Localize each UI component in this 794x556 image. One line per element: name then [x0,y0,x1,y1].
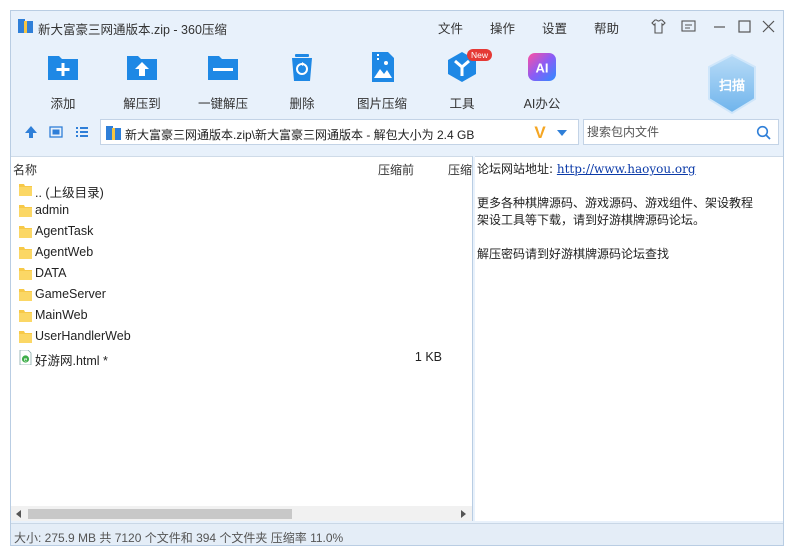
file-rows: .. (上级目录) admin AgentTask AgentWeb DATA GameS… [11,179,472,368]
path-field[interactable]: 新大富豪三网通版本.zip\新大富豪三网通版本 - 解包大小为 2.4 GB V [100,119,579,145]
v-mark: V [534,123,546,141]
folder-icon [19,310,32,322]
horizontal-scrollbar[interactable] [11,506,472,521]
verified-v-icon[interactable]: V [532,123,548,141]
list-item[interactable]: MainWeb [11,305,472,326]
folder-icon [19,205,32,217]
list-header: 名称 压缩前 压缩 [11,157,472,179]
zip-archive-icon [18,19,33,33]
folder-icon [19,247,32,259]
list-item[interactable]: UserHandlerWeb [11,326,472,347]
thumbnail-view-icon[interactable] [49,125,63,139]
app-window: 新大富豪三网通版本.zip - 360压缩 文件 操作 设置 帮助 添加 解压到… [10,10,784,546]
list-item[interactable]: e 好游网.html * 1 KB [11,347,472,368]
comment-line-2: 更多各种棋牌源码、游戏源码、游戏组件、架设教程 [477,196,754,210]
list-item[interactable]: AgentTask [11,221,472,242]
folder-icon [19,289,32,301]
forum-address-label: 论坛网站地址: [477,162,554,176]
ai-office-button[interactable]: AI AI办公 [507,51,577,111]
ai-office-label: AI办公 [523,97,561,111]
list-item[interactable]: AgentWeb [11,242,472,263]
tools-label: 工具 [449,97,475,111]
status-bar: 大小: 275.9 MB 共 7120 个文件和 394 个文件夹 压缩率 11… [11,523,783,545]
menu-help[interactable]: 帮助 [594,18,619,37]
scroll-left-icon[interactable] [15,510,23,518]
delete-label: 删除 [289,97,315,111]
file-name: GameServer [35,287,106,301]
forum-link[interactable]: http://www.haoyou.org [557,162,696,176]
image-compress-button[interactable]: 图片压缩 [347,51,417,111]
zip-archive-icon [106,126,121,140]
folder-icon [19,268,32,280]
search-input[interactable] [584,120,750,144]
scan-label: 扫描 [718,78,745,93]
list-item[interactable]: admin [11,200,472,221]
new-badge: New [467,49,493,61]
file-name: 好游网.html * [35,354,108,368]
folder-icon [19,184,32,196]
file-size: 1 KB [414,350,442,364]
file-list-pane: 名称 压缩前 压缩 .. (上级目录) admin AgentTask AgentWe… [11,156,473,521]
file-name: admin [35,203,70,217]
list-item[interactable]: .. (上级目录) [11,179,472,200]
file-name: .. (上级目录) [35,186,104,200]
scroll-right-icon[interactable] [459,510,467,518]
address-bar: 新大富豪三网通版本.zip\新大富豪三网通版本 - 解包大小为 2.4 GB V [11,119,783,145]
comment-line-4: 解压密码请到好游棋牌源码论坛查找 [477,247,670,261]
image-compress-label: 图片压缩 [356,97,407,111]
add-label: 添加 [50,97,76,111]
toolbar: 添加 解压到 一键解压 删除 图片压缩 New 工具 AI AI办公 扫描 [11,41,783,123]
menu-settings[interactable]: 设置 [542,18,567,37]
status-text: 大小: 275.9 MB 共 7120 个文件和 394 个文件夹 压缩率 11… [14,531,344,545]
delete-icon [292,54,312,81]
title-bar: 新大富豪三网通版本.zip - 360压缩 文件 操作 设置 帮助 [11,11,783,41]
html-file-icon: e [19,350,32,365]
search-box[interactable] [583,119,779,145]
column-name[interactable]: 名称 [13,161,37,178]
folder-icon [19,331,32,343]
comment-line-1: 论坛网站地址: http://www.haoyou.org [477,160,696,177]
chevron-down-icon[interactable] [557,129,567,137]
archive-path: 新大富豪三网通版本.zip\新大富豪三网通版本 - 解包大小为 2.4 GB [125,128,475,142]
file-name: AgentTask [35,224,94,238]
column-size[interactable]: 压缩前 [378,161,414,178]
comment-line-3: 架设工具等下载，请到好游棋牌源码论坛。 [477,213,706,227]
add-icon [48,56,78,80]
menu-operation[interactable]: 操作 [490,18,515,37]
ai-office-icon: AI [528,53,556,81]
file-name: AgentWeb [35,245,94,259]
file-name: UserHandlerWeb [35,329,131,343]
search-icon[interactable] [756,125,771,140]
file-name: DATA [35,266,67,280]
folder-icon [19,226,32,238]
window-title: 新大富豪三网通版本.zip - 360压缩 [38,23,227,37]
file-name: MainWeb [35,308,88,322]
list-view-icon[interactable] [75,125,89,139]
ai-glyph: AI [536,61,549,76]
list-item[interactable]: DATA [11,263,472,284]
feedback-icon[interactable] [681,19,696,34]
image-compress-icon [372,52,394,82]
minimize-icon[interactable] [712,19,727,34]
tools-button[interactable]: New 工具 [427,49,497,111]
add-button[interactable]: 添加 [28,51,98,111]
up-arrow-icon[interactable] [24,125,38,139]
extract-to-label: 解压到 [123,97,161,111]
scan-button[interactable]: 扫描 [706,53,758,115]
extract-to-button[interactable]: 解压到 [107,51,177,111]
list-item[interactable]: GameServer [11,284,472,305]
one-click-extract-button[interactable]: 一键解压 [188,51,258,111]
close-icon[interactable] [761,19,776,34]
archive-comment-pane: 论坛网站地址: http://www.haoyou.org 更多各种棋牌源码、游… [475,156,783,521]
menu-file[interactable]: 文件 [438,18,463,37]
delete-button[interactable]: 删除 [267,51,337,111]
extract-to-icon [127,56,157,80]
column-compressed[interactable]: 压缩 [448,161,472,178]
maximize-icon[interactable] [737,19,752,34]
one-click-extract-label: 一键解压 [197,97,248,111]
skin-shirt-icon[interactable] [651,19,666,34]
one-click-extract-icon [208,56,238,80]
scroll-thumb[interactable] [28,509,292,519]
